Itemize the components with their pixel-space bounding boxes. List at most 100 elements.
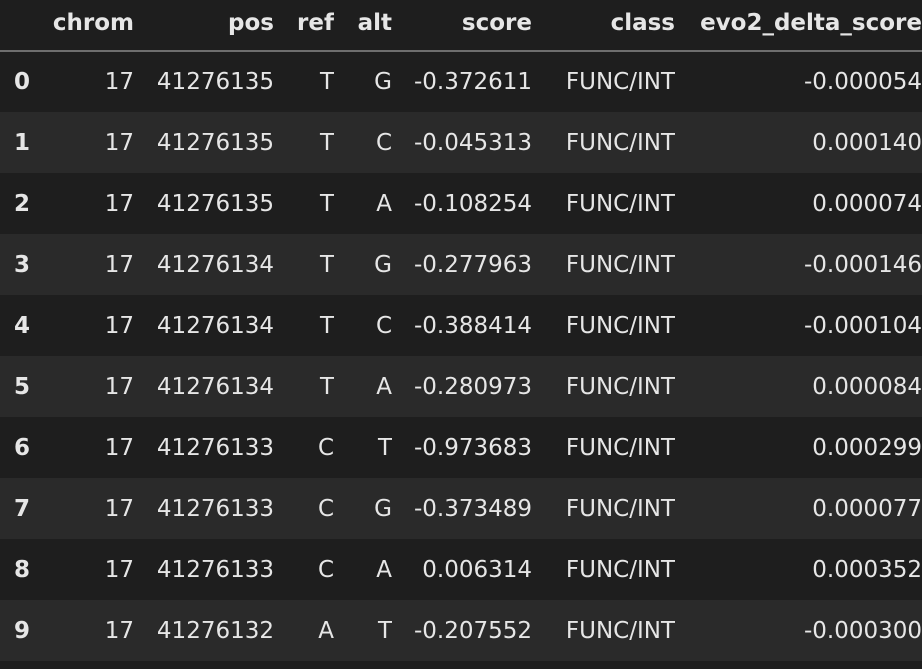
cell-evo2-delta-score: 0.000084 (812, 373, 922, 400)
table-row: 3 17 41276134 T G -0.277963 FUNC/INT -0.000146 (0, 234, 922, 295)
cell-score: -0.207552 (413, 617, 532, 644)
table-row: 1 17 41276135 T C -0.045313 FUNC/INT 0.000140 (0, 112, 922, 173)
cell-ref: T (319, 129, 334, 156)
cell-score: -0.045313 (413, 129, 532, 156)
cell-score: -0.277963 (413, 251, 532, 278)
cell-chrom: 17 (104, 312, 134, 339)
table-row: 0 17 41276135 T G -0.372611 FUNC/INT -0.000054 (0, 51, 922, 112)
cell-pos: 41276134 (156, 373, 274, 400)
cell-pos: 41276134 (156, 312, 274, 339)
cell-score: -0.372611 (413, 69, 532, 95)
cell-evo2-delta-score: -0.000054 (803, 69, 922, 95)
dataframe-output: chrom pos ref alt score class evo2_delta… (0, 0, 922, 669)
cell-class: FUNC/INT (565, 617, 675, 644)
row-index: 7 (14, 495, 31, 522)
cell-alt: T (377, 434, 392, 461)
cell-ref: T (319, 69, 334, 95)
cell-alt: G (374, 69, 392, 95)
column-header-score: score (392, 0, 532, 52)
cell-ref: C (317, 495, 334, 522)
cell-score: 0.006314 (422, 556, 532, 583)
row-index: 3 (14, 251, 31, 278)
cell-class: FUNC/INT (565, 312, 675, 339)
cell-score: -0.388414 (413, 312, 532, 339)
cell-class: FUNC/INT (565, 129, 675, 156)
cell-score: -0.373489 (413, 495, 532, 522)
cell-class: FUNC/INT (565, 190, 675, 217)
cell-evo2-delta-score: -0.000146 (803, 251, 922, 278)
cell-pos: 41276133 (156, 434, 274, 461)
cell-evo2-delta-score: -0.000104 (803, 312, 922, 339)
cell-ref: T (319, 190, 334, 217)
cell-evo2-delta-score: 0.000077 (812, 495, 922, 522)
cell-pos: 41276132 (156, 617, 274, 644)
table-header: chrom pos ref alt score class evo2_delta… (0, 0, 922, 52)
row-index: 1 (14, 129, 31, 156)
table-row: 7 17 41276133 C G -0.373489 FUNC/INT 0.000077 (0, 478, 922, 539)
table-row: 8 17 41276133 C A 0.006314 FUNC/INT 0.000352 (0, 539, 922, 600)
dataframe-table: chrom pos ref alt score class evo2_delta… (0, 0, 922, 661)
row-index: 6 (14, 434, 31, 461)
cell-chrom: 17 (104, 373, 134, 400)
table-row: 2 17 41276135 T A -0.108254 FUNC/INT 0.000074 (0, 173, 922, 234)
row-index: 2 (14, 190, 31, 217)
cell-pos: 41276135 (156, 129, 274, 156)
cell-ref: C (317, 556, 334, 583)
column-header-alt: alt (334, 0, 392, 52)
column-header-index (0, 0, 44, 52)
column-header-pos: pos (134, 0, 274, 52)
cell-ref: A (318, 617, 334, 644)
cell-chrom: 17 (104, 434, 134, 461)
cell-score: -0.108254 (413, 190, 532, 217)
cell-class: FUNC/INT (565, 251, 675, 278)
cell-pos: 41276134 (156, 251, 274, 278)
cell-pos: 41276133 (156, 495, 274, 522)
cell-evo2-delta-score: 0.000352 (812, 556, 922, 583)
column-header-evo2-delta-score: evo2_delta_score (675, 0, 922, 52)
cell-ref: T (319, 373, 334, 400)
cell-class: FUNC/INT (565, 69, 675, 95)
cell-pos: 41276135 (156, 190, 274, 217)
cell-evo2-delta-score: 0.000074 (812, 190, 922, 217)
cell-evo2-delta-score: 0.000140 (812, 129, 922, 156)
table-row: 5 17 41276134 T A -0.280973 FUNC/INT 0.000084 (0, 356, 922, 417)
cell-ref: T (319, 312, 334, 339)
cell-chrom: 17 (104, 251, 134, 278)
cell-ref: T (319, 251, 334, 278)
table-body: 0 17 41276135 T G -0.372611 FUNC/INT -0.000054 1… (0, 51, 922, 661)
cell-chrom: 17 (104, 495, 134, 522)
row-index: 8 (14, 556, 31, 583)
cell-chrom: 17 (104, 190, 134, 217)
cell-class: FUNC/INT (565, 373, 675, 400)
cell-chrom: 17 (104, 617, 134, 644)
cell-pos: 41276133 (156, 556, 274, 583)
row-index: 4 (14, 312, 31, 339)
row-index: 0 (14, 69, 31, 95)
column-header-chrom: chrom (44, 0, 134, 52)
cell-alt: A (376, 373, 392, 400)
header-row: chrom pos ref alt score class evo2_delta… (0, 0, 922, 52)
cell-score: -0.280973 (413, 373, 532, 400)
cell-alt: T (377, 617, 392, 644)
cell-class: FUNC/INT (565, 495, 675, 522)
table-row: 6 17 41276133 C T -0.973683 FUNC/INT 0.000299 (0, 417, 922, 478)
column-header-class: class (532, 0, 675, 52)
cell-evo2-delta-score: 0.000299 (812, 434, 922, 461)
row-index: 9 (14, 617, 31, 644)
cell-chrom: 17 (104, 129, 134, 156)
cell-alt: G (374, 251, 392, 278)
cell-pos: 41276135 (156, 69, 274, 95)
cell-alt: C (375, 312, 392, 339)
cell-class: FUNC/INT (565, 434, 675, 461)
row-index: 5 (14, 373, 31, 400)
cell-alt: G (374, 495, 392, 522)
table-row: 9 17 41276132 A T -0.207552 FUNC/INT -0.000300 (0, 600, 922, 661)
cell-chrom: 17 (104, 69, 134, 95)
cell-chrom: 17 (104, 556, 134, 583)
cell-ref: C (317, 434, 334, 461)
cell-alt: A (376, 190, 392, 217)
cell-evo2-delta-score: -0.000300 (803, 617, 922, 644)
column-header-ref: ref (274, 0, 334, 52)
cell-class: FUNC/INT (565, 556, 675, 583)
table-row: 4 17 41276134 T C -0.388414 FUNC/INT -0.000104 (0, 295, 922, 356)
